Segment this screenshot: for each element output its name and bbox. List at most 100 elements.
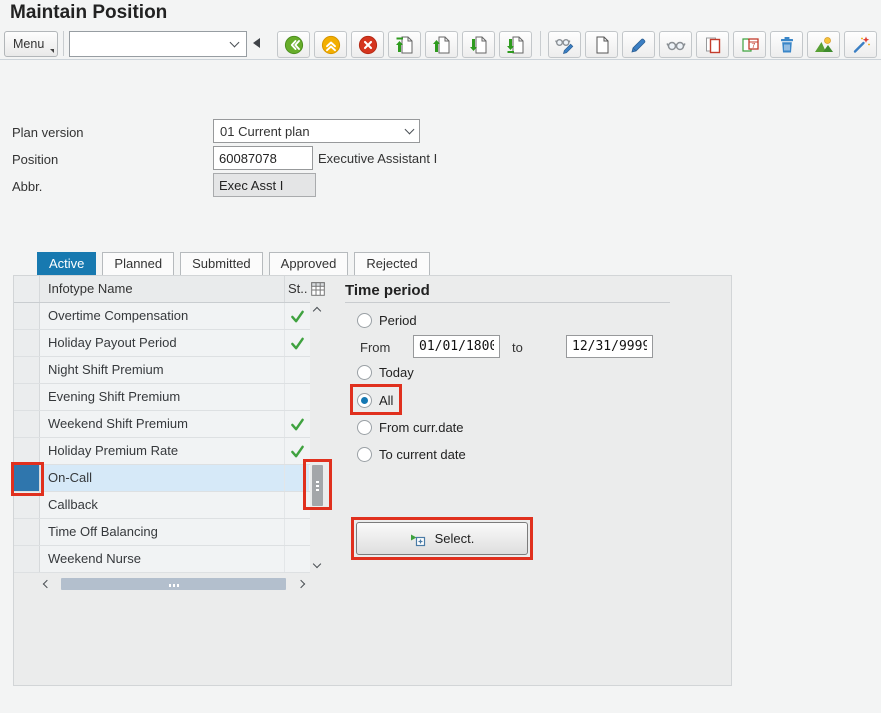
table-row[interactable]: Evening Shift Premium — [14, 384, 310, 411]
collapse-toolbar-icon[interactable] — [253, 38, 260, 48]
table-row[interactable]: Weekend Shift Premium — [14, 411, 310, 438]
maintain-position-window: Maintain Position Menu 7 Plan version 01… — [0, 0, 881, 713]
delete-button[interactable] — [770, 31, 803, 58]
tab-rejected[interactable]: Rejected — [354, 252, 430, 276]
create-icon — [596, 36, 608, 53]
delimit-button[interactable]: 7 — [733, 31, 766, 58]
row-infotype-name: Holiday Premium Rate — [40, 438, 285, 464]
tab-approved[interactable]: Approved — [268, 252, 349, 276]
chevron-down-icon[interactable] — [229, 37, 240, 48]
row-selector-cell[interactable] — [14, 492, 40, 518]
execute-button[interactable] — [844, 31, 877, 58]
chevron-down-icon — [404, 124, 415, 135]
table-row[interactable]: Night Shift Premium — [14, 357, 310, 384]
svg-text:7: 7 — [751, 43, 755, 50]
radio-button[interactable] — [357, 419, 372, 435]
cancel-icon — [358, 35, 377, 54]
exit-icon — [321, 35, 340, 54]
tab-planned[interactable]: Planned — [102, 252, 175, 276]
plan-version-value: 01 Current plan — [220, 123, 310, 139]
radio-to-current-date[interactable]: To current date — [357, 445, 466, 463]
radio-all[interactable]: All — [357, 391, 393, 409]
radio-button[interactable] — [357, 364, 372, 380]
command-field[interactable] — [69, 31, 247, 57]
change-icon — [630, 38, 645, 53]
copy-button[interactable] — [696, 31, 729, 58]
toolbar-divider — [0, 59, 881, 60]
radio-from-curr-date[interactable]: From curr.date — [357, 418, 464, 436]
row-selector-cell[interactable] — [14, 465, 40, 491]
execute-icon — [853, 36, 870, 53]
first-page-button[interactable] — [388, 31, 421, 58]
position-description: Executive Assistant I — [318, 151, 438, 166]
table-row[interactable]: Callback — [14, 492, 310, 519]
radio-today[interactable]: Today — [357, 363, 414, 381]
check-icon — [290, 418, 304, 430]
table-horizontal-scrollbar[interactable] — [40, 577, 308, 592]
table-row[interactable]: On-Call — [14, 465, 310, 492]
tab-active[interactable]: Active — [37, 252, 97, 276]
row-status — [285, 492, 309, 518]
cancel-button[interactable] — [351, 31, 384, 58]
display-change-button[interactable] — [548, 31, 581, 58]
vertical-scrollbar-thumb[interactable] — [312, 465, 323, 506]
to-date-input[interactable] — [566, 335, 653, 358]
overview-button[interactable] — [807, 31, 840, 58]
scroll-up-icon[interactable] — [312, 306, 322, 316]
table-row[interactable]: Time Off Balancing — [14, 519, 310, 546]
row-selector-cell[interactable] — [14, 546, 40, 572]
row-infotype-name: Weekend Nurse — [40, 546, 285, 572]
page-title: Maintain Position — [10, 2, 168, 23]
scroll-down-icon[interactable] — [312, 559, 322, 569]
select-button[interactable]: Select. — [356, 522, 528, 555]
radio-button[interactable] — [357, 446, 372, 462]
radio-button[interactable] — [357, 312, 372, 328]
row-selector-cell[interactable] — [14, 384, 40, 410]
exit-button[interactable] — [314, 31, 347, 58]
table-row[interactable]: Holiday Premium Rate — [14, 438, 310, 465]
plan-version-label: Plan version — [12, 125, 84, 140]
horizontal-scrollbar-thumb[interactable] — [61, 578, 286, 590]
last-page-button[interactable] — [499, 31, 532, 58]
scroll-right-icon[interactable] — [296, 579, 306, 589]
tab-submitted[interactable]: Submitted — [180, 252, 263, 276]
abbr-input — [213, 173, 316, 197]
delete-icon — [780, 36, 793, 52]
radio-period[interactable]: Period — [357, 311, 417, 329]
row-infotype-name: Holiday Payout Period — [40, 330, 285, 356]
menu-button[interactable]: Menu — [4, 31, 58, 57]
change-button[interactable] — [622, 31, 655, 58]
status-tabstrip: Active Planned Submitted Approved Reject… — [37, 252, 436, 276]
abbr-label: Abbr. — [12, 179, 43, 194]
back-icon — [284, 35, 303, 54]
next-page-button[interactable] — [462, 31, 495, 58]
row-status — [285, 519, 309, 545]
row-selector-cell[interactable] — [14, 303, 40, 329]
plan-version-select[interactable]: 01 Current plan — [213, 119, 420, 143]
row-infotype-name: Overtime Compensation — [40, 303, 285, 329]
time-period-divider — [345, 302, 670, 303]
row-selector-cell[interactable] — [14, 330, 40, 356]
row-selector-cell[interactable] — [14, 519, 40, 545]
table-row[interactable]: Holiday Payout Period — [14, 330, 310, 357]
create-button[interactable] — [585, 31, 618, 58]
previous-page-button[interactable] — [425, 31, 458, 58]
row-selector-cell[interactable] — [14, 411, 40, 437]
position-input[interactable] — [213, 146, 313, 170]
row-selector-cell[interactable] — [14, 438, 40, 464]
table-row[interactable]: Weekend Nurse — [14, 546, 310, 573]
row-status — [285, 546, 309, 572]
back-button[interactable] — [277, 31, 310, 58]
infotype-rows: Overtime Compensation Holiday Payout Peri… — [14, 303, 310, 573]
row-selector-cell[interactable] — [14, 357, 40, 383]
row-status — [285, 465, 309, 491]
from-date-input[interactable] — [413, 335, 500, 358]
table-row[interactable]: Overtime Compensation — [14, 303, 310, 330]
next-page-icon — [469, 36, 486, 53]
table-settings-icon[interactable] — [311, 282, 325, 301]
scroll-left-icon[interactable] — [42, 579, 52, 589]
radio-button[interactable] — [357, 392, 372, 408]
selector-column-header — [14, 276, 40, 302]
display-button[interactable] — [659, 31, 692, 58]
table-vertical-scrollbar[interactable] — [310, 303, 325, 573]
